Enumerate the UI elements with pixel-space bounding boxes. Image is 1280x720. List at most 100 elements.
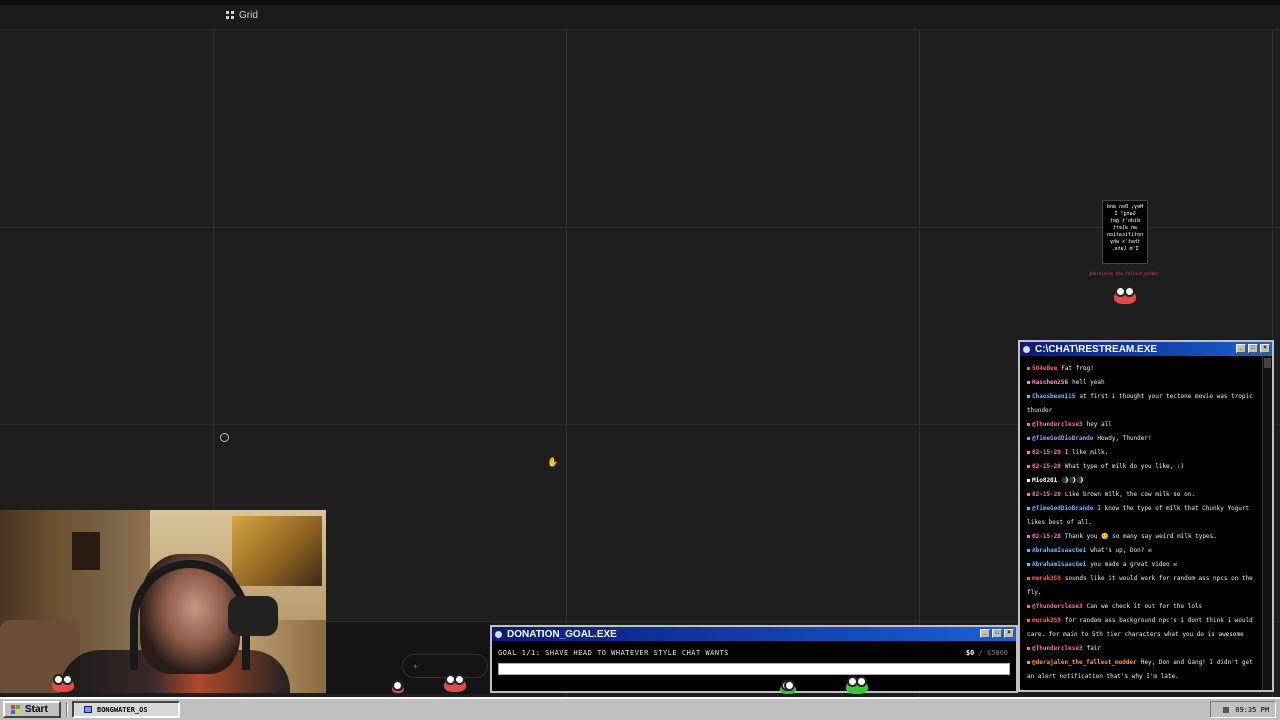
donation-titlebar[interactable]: DONATION_GOAL.EXE _ □ ×	[492, 627, 1016, 641]
chat-username: Mio8201	[1032, 477, 1058, 484]
chat-username: AbrahamIsaacGei	[1032, 547, 1087, 554]
chat-message: Chaosbean115 at first i thought your tect…	[1027, 390, 1258, 418]
platform-icon	[1027, 395, 1030, 398]
chat-text: hey all	[1086, 421, 1112, 428]
start-label: Start	[25, 704, 48, 715]
taskbar-item-label: BONGWATER_OS	[97, 705, 148, 714]
chat-username: @TimeGodDioBrando	[1032, 505, 1094, 512]
taskbar-separator	[66, 702, 68, 717]
speech-bubble: Hey, Don and Gang! I didn't get an alert…	[1102, 200, 1148, 264]
chat-text: I like milk.	[1064, 449, 1109, 456]
platform-icon	[1027, 465, 1030, 468]
canvas-toolbar: Grid	[0, 0, 1280, 30]
goal-amount: $0 / $5000	[965, 649, 1008, 657]
top-strip	[0, 0, 1280, 5]
chat-text: Can we check it out for the lols	[1086, 603, 1203, 610]
grid-label: Grid	[239, 9, 258, 21]
chat-message: merak359 for random ass background npc's …	[1027, 614, 1258, 642]
chat-message: @Thunderclese3 hey all	[1027, 418, 1258, 432]
frog-avatar-icon	[780, 680, 796, 694]
chat-text: Thank you 🙂 so many say weird milk types…	[1064, 533, 1217, 540]
platform-icon	[1027, 605, 1030, 608]
grid-line	[919, 30, 920, 700]
grid-icon	[226, 11, 234, 19]
platform-icon	[1027, 437, 1030, 440]
goal-current: $0	[965, 649, 975, 657]
minimize-button[interactable]: _	[980, 629, 990, 638]
cursor-indicator	[220, 433, 229, 442]
chat-message: 02-15-20 What type of milk do you like, :…	[1027, 460, 1258, 474]
platform-icon	[1027, 535, 1030, 538]
chat-username: @Thunderclese3	[1032, 421, 1083, 428]
platform-icon	[1027, 647, 1030, 650]
windows-logo-icon	[11, 705, 21, 714]
chat-titlebar[interactable]: C:\CHAT\RESTREAM.EXE _ □ ×	[1020, 342, 1272, 356]
chat-window-icon	[1023, 345, 1030, 353]
platform-icon	[1027, 661, 1030, 664]
platform-icon	[1027, 423, 1030, 426]
chat-username: AbrahamIsaacGei	[1032, 561, 1087, 568]
platform-icon	[1027, 451, 1030, 454]
chat-message: @derajalen_the_fallout_modder Hey, Don an…	[1027, 656, 1258, 684]
chat-text: Howdy, Thunder!	[1097, 435, 1152, 442]
grid-button[interactable]: Grid	[220, 6, 264, 24]
chat-message: 02-15-20 Like brown milk, the cow milk so…	[1027, 488, 1258, 502]
hand-cursor-icon: ✋	[547, 458, 559, 468]
platform-icon	[1027, 479, 1030, 482]
platform-icon	[1027, 577, 1030, 580]
close-button[interactable]: ×	[1004, 629, 1014, 638]
chat-text: Fat frog!	[1061, 365, 1094, 372]
chat-message: 02-15-20 Thank you 🙂 so many say weird mi…	[1027, 530, 1258, 544]
platform-icon	[1027, 619, 1030, 622]
webcam-poster	[232, 516, 322, 586]
chat-username: Haschen256	[1032, 379, 1069, 386]
platform-icon	[1027, 493, 1030, 496]
taskbar-item[interactable]: BONGWATER_OS	[72, 701, 180, 718]
chat-username: 02-15-20	[1032, 533, 1061, 540]
chat-text: you made a great video ✉	[1090, 561, 1177, 568]
chat-message: 504eBee Fat frog!	[1027, 362, 1258, 376]
system-tray: 09:35 PM	[1210, 701, 1276, 718]
chat-username: merak359	[1032, 575, 1061, 582]
chat-message: AbrahamIsaacGei you made a great video ✉	[1027, 558, 1258, 572]
taskbar: Start BONGWATER_OS 09:35 PM	[0, 697, 1280, 720]
frog-avatar-icon	[52, 674, 74, 692]
start-button[interactable]: Start	[3, 701, 61, 718]
chat-messages: 504eBee Fat frog! Haschen256 hell yeah Chaos…	[1020, 356, 1262, 690]
close-button[interactable]: ×	[1260, 344, 1270, 353]
chat-message: @Thunderclese3 Can we check it out for th…	[1027, 600, 1258, 614]
platform-icon	[1027, 507, 1030, 510]
goal-target: $5000	[986, 649, 1008, 657]
chat-username: merak359	[1032, 617, 1061, 624]
chat-title: C:\CHAT\RESTREAM.EXE	[1035, 343, 1158, 355]
chat-message: AbrahamIsaacGei what's up, Don? ✉	[1027, 544, 1258, 558]
microphone-icon	[228, 596, 278, 636]
chat-username: 504eBee	[1032, 365, 1058, 372]
chat-message: Mio8201 🌒🌒🌒	[1027, 474, 1258, 488]
clock: 09:35 PM	[1235, 705, 1269, 714]
chat-text: 🌒🌒🌒	[1061, 477, 1084, 484]
minimize-button[interactable]: _	[1236, 344, 1246, 353]
maximize-button[interactable]: □	[1248, 344, 1258, 353]
chat-username: @TimeGodDioBrando	[1032, 435, 1094, 442]
goal-text: GOAL 1/1: SHAVE HEAD TO WHATEVER STYLE C…	[498, 649, 730, 657]
chat-username: Chaosbean115	[1032, 393, 1076, 400]
donation-window: DONATION_GOAL.EXE _ □ × GOAL 1/1: SHAVE …	[490, 625, 1018, 693]
chat-text: fair	[1086, 645, 1102, 652]
chat-message: merak359 sounds like it would work for ra…	[1027, 572, 1258, 600]
webcam-feed	[0, 510, 326, 693]
chat-scrollbar[interactable]	[1262, 356, 1272, 690]
plus-icon: +	[413, 661, 418, 671]
platform-icon	[1027, 563, 1030, 566]
maximize-button[interactable]: □	[992, 629, 1002, 638]
add-photo-pill[interactable]: +	[402, 654, 488, 678]
chat-text: What type of milk do you like, :)	[1064, 463, 1185, 470]
chat-username: @Thunderclese3	[1032, 603, 1083, 610]
chat-message: 02-15-20 I like milk.	[1027, 446, 1258, 460]
chat-text: Like brown milk, the cow milk so on.	[1064, 491, 1195, 498]
speaker-icon[interactable]	[1223, 706, 1230, 713]
chat-message: Haschen256 hell yeah	[1027, 376, 1258, 390]
platform-icon	[1027, 367, 1030, 370]
grid-line	[566, 30, 567, 700]
window-icon	[84, 706, 92, 713]
